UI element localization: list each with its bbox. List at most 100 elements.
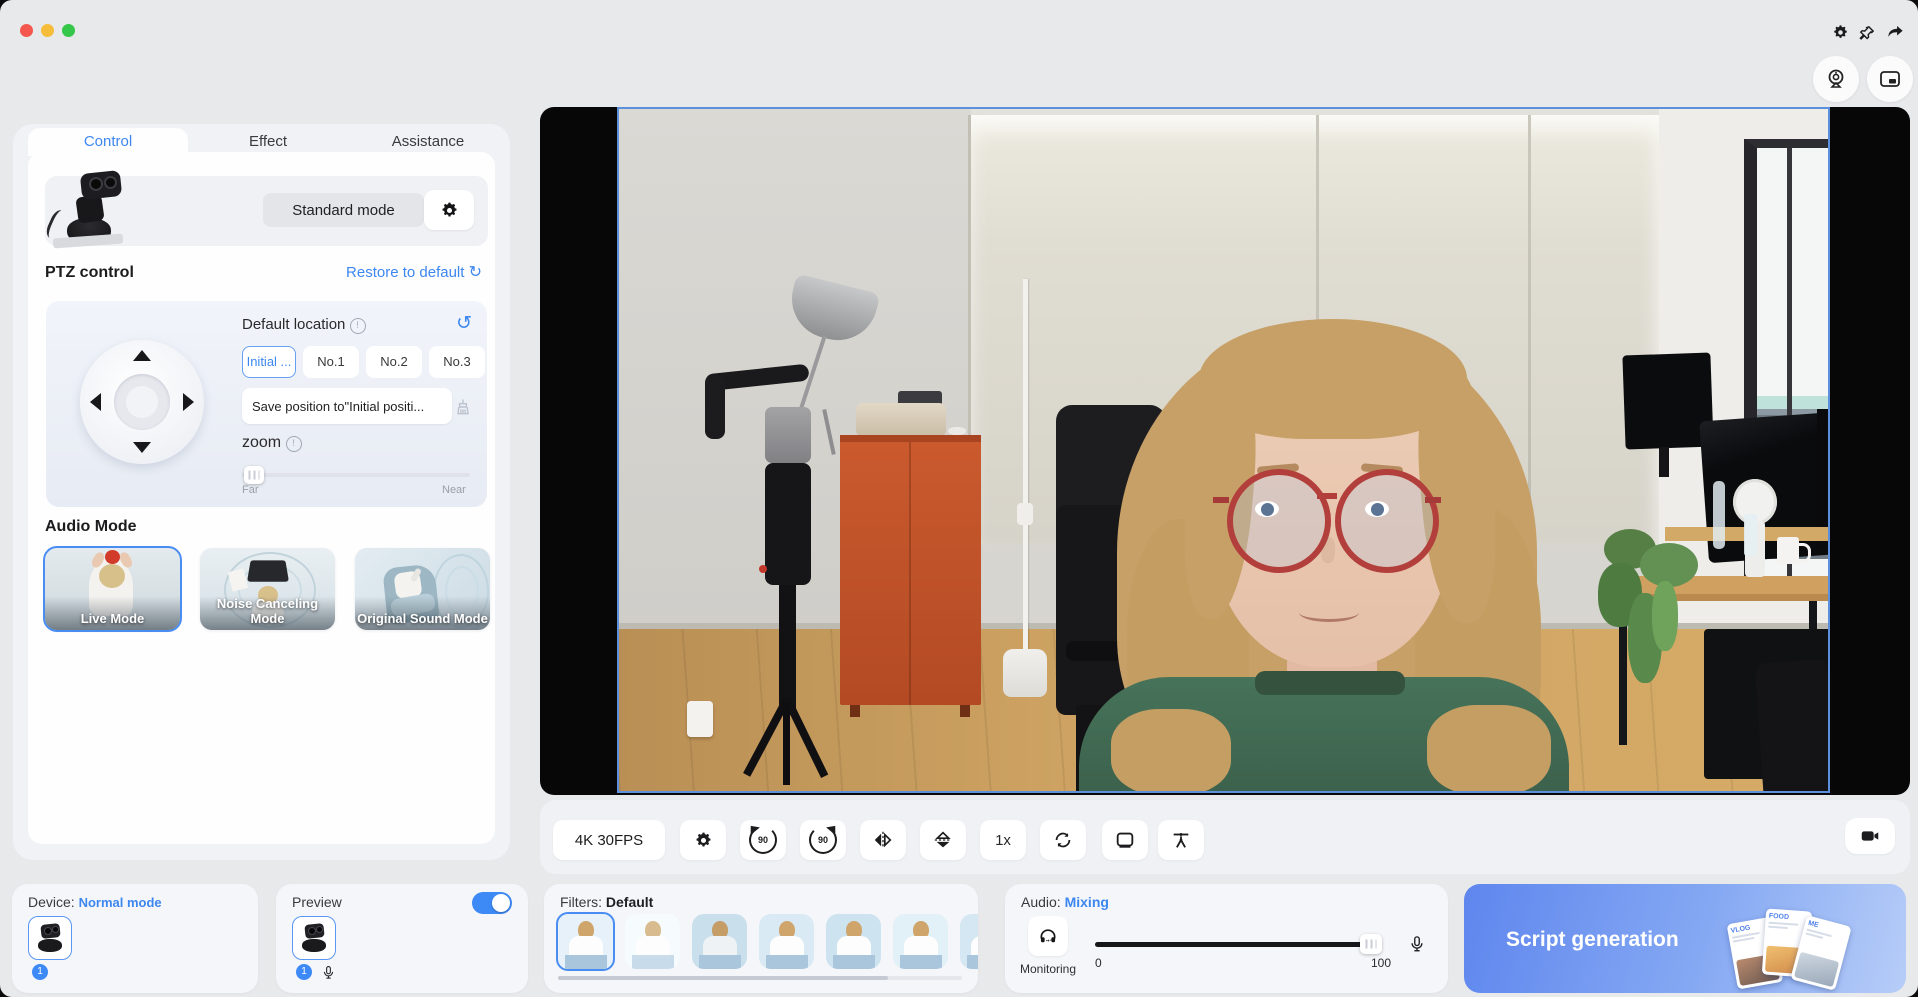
resolution-button[interactable]: 4K 30FPS	[553, 820, 665, 860]
dpad-down-arrow[interactable]	[133, 442, 151, 453]
zoom-slider[interactable]	[242, 466, 470, 484]
volume-slider-handle[interactable]	[1360, 934, 1382, 954]
ptz-dpad[interactable]	[80, 340, 204, 464]
rotate-cw-90-icon: 90	[809, 826, 837, 854]
script-generation-card[interactable]: Script generation VLOG FOOD ME	[1464, 884, 1906, 993]
restore-default-link[interactable]: Restore to default ↻	[346, 262, 482, 282]
pin-icon[interactable]	[1857, 22, 1877, 42]
info-icon[interactable]: !	[286, 436, 302, 452]
video-toolbar: 4K 30FPS 90 90 1x	[540, 800, 1910, 874]
audio-mode-live[interactable]: Live Mode	[45, 548, 180, 630]
audio-mode-live-label: Live Mode	[45, 611, 180, 626]
resolution-label: 4K 30FPS	[575, 832, 643, 849]
gear-icon	[694, 831, 713, 850]
zoom-slider-handle[interactable]	[244, 466, 264, 484]
filter-thumb[interactable]	[556, 912, 615, 971]
audio-panel: Audio: Mixing Monitoring 0 100	[1005, 884, 1448, 993]
filter-thumb[interactable]	[960, 914, 978, 969]
ptz-card: Default location ! ↺ Initial ... No.1 No…	[45, 300, 488, 508]
device-camera-thumb[interactable]	[28, 916, 72, 960]
volume-slider[interactable]	[1095, 934, 1395, 954]
close-button[interactable]	[20, 24, 33, 37]
filter-thumb[interactable]	[826, 914, 881, 969]
settings-icon[interactable]	[1830, 22, 1850, 42]
sync-button[interactable]	[1040, 820, 1086, 860]
rotate-ccw-button[interactable]: 90	[740, 820, 786, 860]
whiteboard-button[interactable]	[1102, 820, 1148, 860]
flip-horizontal-icon	[872, 829, 894, 851]
filter-thumb[interactable]	[692, 914, 747, 969]
tab-assistance[interactable]: Assistance	[348, 133, 508, 150]
flip-horizontal-button[interactable]	[860, 820, 906, 860]
pip-button[interactable]	[1867, 56, 1913, 102]
control-panel: Control Effect Assistance Standard mode …	[13, 124, 510, 860]
rotate-cw-button[interactable]: 90	[800, 820, 846, 860]
volume-min-label: 0	[1095, 956, 1102, 970]
audio-mode-original-label: Original Sound Mode	[355, 611, 490, 626]
device-mode-link[interactable]: Normal mode	[79, 895, 162, 910]
filter-thumb[interactable]	[759, 914, 814, 969]
zoom-label: zoom !	[242, 434, 302, 452]
preset-no3-button[interactable]: No.3	[429, 346, 485, 378]
audio-mic-icon[interactable]	[1405, 932, 1429, 956]
tab-effect[interactable]: Effect	[188, 133, 348, 150]
audio-panel-title: Audio: Mixing	[1021, 894, 1109, 910]
preview-panel-title: Preview	[292, 894, 342, 910]
filters-scrollbar-track[interactable]	[558, 976, 962, 980]
record-button[interactable]	[1845, 818, 1895, 854]
audio-mode-noise-label: Noise Canceling Mode	[200, 596, 335, 626]
webcam-icon	[1824, 67, 1848, 91]
scene-chair-right	[1754, 659, 1830, 793]
dpad-center[interactable]	[114, 374, 170, 430]
preset-initial-button[interactable]: Initial ...	[242, 346, 296, 378]
camera-mode-settings-button[interactable]	[424, 190, 474, 230]
filter-thumb[interactable]	[625, 914, 680, 969]
video-settings-button[interactable]	[680, 820, 726, 860]
dpad-right-arrow[interactable]	[183, 393, 194, 411]
location-undo-icon[interactable]: ↺	[456, 312, 472, 335]
audio-mode-noise-canceling[interactable]: Noise Canceling Mode	[200, 548, 335, 630]
scene-socket	[687, 701, 713, 737]
zoom-near-label: Near	[442, 484, 466, 496]
filters-scrollbar-thumb[interactable]	[558, 976, 888, 980]
clear-positions-icon[interactable]	[452, 396, 474, 418]
audio-mode-original-sound[interactable]: Original Sound Mode	[355, 548, 490, 630]
dpad-left-arrow[interactable]	[90, 393, 101, 411]
share-icon[interactable]	[1884, 20, 1906, 42]
preset-no2-button[interactable]: No.2	[366, 346, 422, 378]
preset-no1-button[interactable]: No.1	[303, 346, 359, 378]
scene-plant	[1594, 529, 1724, 699]
camera-live-view	[617, 107, 1830, 793]
tripod-button[interactable]	[1158, 820, 1204, 860]
device-panel-title: Device: Normal mode	[28, 894, 162, 910]
info-icon[interactable]: !	[350, 318, 366, 334]
tab-control-label[interactable]: Control	[28, 133, 188, 150]
zoom-slider-track[interactable]	[242, 473, 470, 477]
dpad-up-arrow[interactable]	[133, 350, 151, 361]
speed-button[interactable]: 1x	[980, 820, 1026, 860]
speed-label: 1x	[995, 832, 1011, 849]
default-location-label: Default location !	[242, 316, 366, 334]
filters-panel-title: Filters: Default	[560, 894, 653, 910]
record-camera-icon	[1859, 825, 1881, 847]
script-generation-title: Script generation	[1506, 928, 1679, 952]
camera-mode-select[interactable]: Standard mode	[263, 193, 424, 227]
preview-panel: Preview 1	[276, 884, 528, 993]
minimize-button[interactable]	[41, 24, 54, 37]
sync-icon	[1052, 829, 1074, 851]
monitoring-button[interactable]	[1028, 916, 1068, 956]
device-count-badge: 1	[32, 964, 48, 980]
device-photo	[53, 166, 131, 246]
filter-thumb[interactable]	[893, 914, 948, 969]
zoom-far-label: Far	[242, 484, 259, 496]
video-stage	[540, 107, 1910, 795]
preview-mic-icon[interactable]	[318, 962, 338, 982]
preview-camera-thumb[interactable]	[292, 916, 336, 960]
audio-mixing-link[interactable]: Mixing	[1065, 894, 1109, 910]
save-position-button[interactable]: Save position to"Initial positi...	[242, 388, 452, 424]
virtual-camera-button[interactable]	[1813, 56, 1859, 102]
zoom-button[interactable]	[62, 24, 75, 37]
flip-vertical-button[interactable]	[920, 820, 966, 860]
person	[1059, 309, 1579, 793]
preview-toggle[interactable]	[472, 892, 512, 914]
